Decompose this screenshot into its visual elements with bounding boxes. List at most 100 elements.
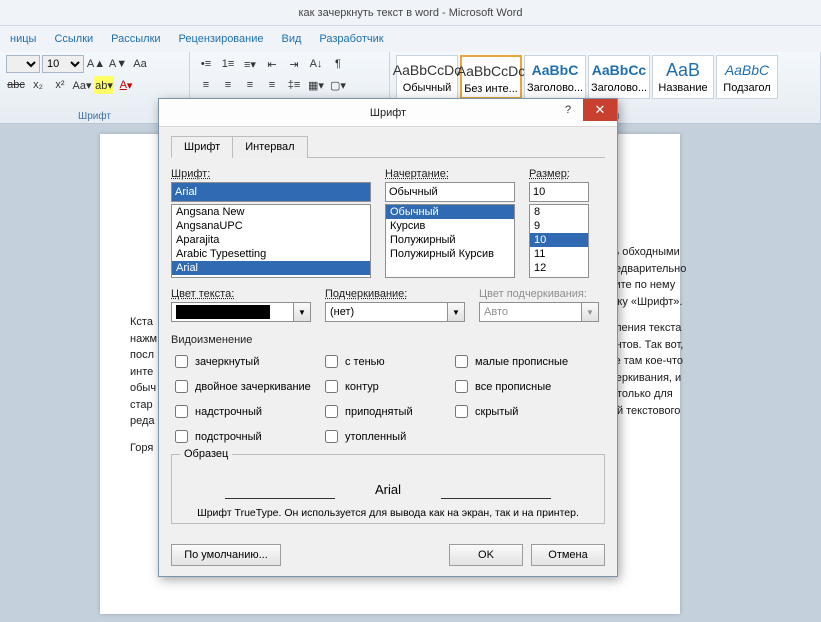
- list-item[interactable]: Arabic Typesetting: [172, 247, 370, 261]
- chevron-down-icon[interactable]: ▼: [448, 302, 465, 322]
- chk-allcaps[interactable]: все прописные: [451, 377, 591, 396]
- effects-label: Видоизменение: [171, 334, 252, 346]
- grow-font-icon[interactable]: A▲: [86, 55, 106, 73]
- chk-dstrike[interactable]: двойное зачеркивание: [171, 377, 321, 396]
- color-swatch: [176, 305, 270, 319]
- color-label: Цвет текста:: [171, 288, 311, 300]
- ribbon-tab[interactable]: Рассылки: [111, 33, 160, 45]
- size-label: Размер:: [529, 168, 589, 180]
- change-case-icon[interactable]: Aa▾: [72, 76, 92, 94]
- doc-text: посл: [130, 347, 157, 364]
- line-spacing-icon[interactable]: ‡≡: [284, 76, 304, 94]
- list-item[interactable]: 8: [530, 205, 588, 219]
- ribbon-tab[interactable]: Вид: [282, 33, 302, 45]
- chk-hidden[interactable]: скрытый: [451, 402, 591, 421]
- ribbon-tab[interactable]: Ссылки: [54, 33, 93, 45]
- style-tile[interactable]: AaBНазвание: [652, 55, 714, 99]
- style-tile[interactable]: AaBbCcЗаголово...: [588, 55, 650, 99]
- list-item[interactable]: Aparajita: [172, 233, 370, 247]
- align-right-icon[interactable]: ≡: [240, 76, 260, 94]
- ok-button[interactable]: OK: [449, 544, 523, 566]
- list-item[interactable]: 10: [530, 233, 588, 247]
- doc-text: инте: [130, 364, 157, 381]
- style-tile[interactable]: AaBbCcDcОбычный: [396, 55, 458, 99]
- list-item[interactable]: Angsana New: [172, 205, 370, 219]
- window-titlebar: как зачеркнуть текст в word - Microsoft …: [0, 0, 821, 26]
- underline-combo[interactable]: (нет) ▼: [325, 302, 465, 322]
- doc-text: нажм: [130, 331, 157, 348]
- strike-icon[interactable]: abc: [6, 76, 26, 94]
- dialog-buttons: По умолчанию... OK Отмена: [159, 534, 617, 576]
- size-listbox[interactable]: 8 9 10 11 12: [529, 204, 589, 278]
- sort-icon[interactable]: A↓: [306, 55, 326, 73]
- align-left-icon[interactable]: ≡: [196, 76, 216, 94]
- ribbon-tab[interactable]: Разработчик: [319, 33, 383, 45]
- shading-icon[interactable]: ▦▾: [306, 76, 326, 94]
- dialog-tabs: Шрифт Интервал: [171, 135, 605, 158]
- help-button[interactable]: ?: [553, 99, 583, 121]
- chevron-down-icon[interactable]: ▼: [294, 302, 311, 322]
- list-item[interactable]: Полужирный: [386, 233, 514, 247]
- list-item[interactable]: Полужирный Курсив: [386, 247, 514, 261]
- borders-icon[interactable]: ▢▾: [328, 76, 348, 94]
- style-listbox[interactable]: Обычный Курсив Полужирный Полужирный Кур…: [385, 204, 515, 278]
- color-combo[interactable]: ▼: [171, 302, 311, 322]
- chevron-down-icon: ▼: [582, 302, 599, 322]
- ribbon-tab[interactable]: Рецензирование: [179, 33, 264, 45]
- list-item[interactable]: 9: [530, 219, 588, 233]
- chk-super[interactable]: надстрочный: [171, 402, 321, 421]
- font-input[interactable]: [171, 182, 371, 202]
- numbering-icon[interactable]: 1≡: [218, 55, 238, 73]
- ribbon-tab[interactable]: ницы: [10, 33, 36, 45]
- sample-desc: Шрифт TrueType. Он используется для выво…: [182, 507, 594, 519]
- style-input[interactable]: [385, 182, 515, 202]
- list-item[interactable]: 12: [530, 261, 588, 275]
- sample-box: Образец Arial Шрифт TrueType. Он использ…: [171, 454, 605, 524]
- doc-text: стар: [130, 397, 157, 414]
- doc-text: обыч: [130, 380, 157, 397]
- shrink-font-icon[interactable]: A▼: [108, 55, 128, 73]
- list-item[interactable]: Обычный: [386, 205, 514, 219]
- chk-sub[interactable]: подстрочный: [171, 427, 321, 446]
- default-button[interactable]: По умолчанию...: [171, 544, 281, 566]
- indent-icon[interactable]: ⇥: [284, 55, 304, 73]
- show-marks-icon[interactable]: ¶: [328, 55, 348, 73]
- font-color-icon[interactable]: A▾: [116, 76, 136, 94]
- subscript-icon[interactable]: x₂: [28, 76, 48, 94]
- outdent-icon[interactable]: ⇤: [262, 55, 282, 73]
- doc-text: реда: [130, 413, 157, 430]
- chk-emboss[interactable]: приподнятый: [321, 402, 451, 421]
- chk-shadow[interactable]: с тенью: [321, 352, 451, 371]
- font-label: Шрифт:: [171, 168, 371, 180]
- clear-format-icon[interactable]: Aa: [130, 55, 150, 73]
- cancel-button[interactable]: Отмена: [531, 544, 605, 566]
- underline-label: Подчеркивание:: [325, 288, 465, 300]
- style-tile[interactable]: AaBbCПодзагол: [716, 55, 778, 99]
- list-item[interactable]: Курсив: [386, 219, 514, 233]
- highlight-icon[interactable]: ab▾: [94, 76, 114, 94]
- superscript-icon[interactable]: x²: [50, 76, 70, 94]
- style-tile[interactable]: AaBbCcDcБез инте...: [460, 55, 522, 99]
- size-input[interactable]: [529, 182, 589, 202]
- multilevel-icon[interactable]: ≡▾: [240, 55, 260, 73]
- tab-spacing[interactable]: Интервал: [232, 136, 307, 158]
- style-tile[interactable]: AaBbCЗаголово...: [524, 55, 586, 99]
- ucolor-combo: Авто ▼: [479, 302, 599, 322]
- list-item[interactable]: 11: [530, 247, 588, 261]
- font-size-select[interactable]: 10: [42, 55, 84, 73]
- font-listbox[interactable]: Angsana New AngsanaUPC Aparajita Arabic …: [171, 204, 371, 278]
- list-item[interactable]: AngsanaUPC: [172, 219, 370, 233]
- font-name-partial[interactable]: [6, 55, 40, 73]
- ribbon-tabstrip: ницы Ссылки Рассылки Рецензирование Вид …: [0, 26, 821, 52]
- chk-engrave[interactable]: утопленный: [321, 427, 451, 446]
- chk-strike[interactable]: зачеркнутый: [171, 352, 321, 371]
- tab-font[interactable]: Шрифт: [171, 136, 233, 158]
- align-center-icon[interactable]: ≡: [218, 76, 238, 94]
- chk-smallcaps[interactable]: малые прописные: [451, 352, 591, 371]
- list-item[interactable]: Arial: [172, 261, 370, 275]
- chk-outline[interactable]: контур: [321, 377, 451, 396]
- bullets-icon[interactable]: •≡: [196, 55, 216, 73]
- ucolor-label: Цвет подчеркивания:: [479, 288, 599, 300]
- justify-icon[interactable]: ≡: [262, 76, 282, 94]
- close-button[interactable]: ✕: [583, 99, 617, 121]
